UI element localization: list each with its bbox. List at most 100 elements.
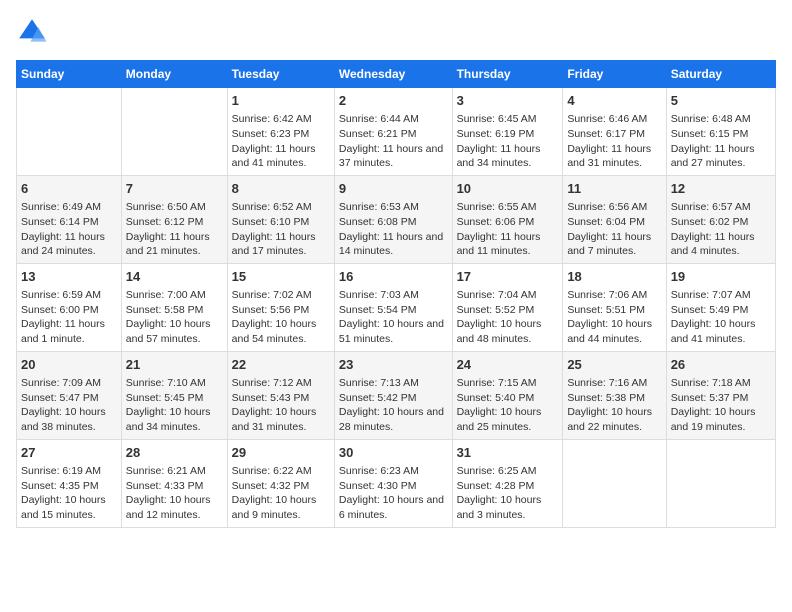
calendar-cell: 11 Sunrise: 6:56 AM Sunset: 6:04 PM Dayli…: [563, 175, 666, 263]
day-number: 25: [567, 356, 661, 374]
day-content: Sunrise: 7:09 AM Sunset: 5:47 PM Dayligh…: [21, 376, 117, 435]
logo-icon: [16, 16, 48, 48]
calendar-cell: 2Sunrise: 6:44 AM Sunset: 6:21 PM Daylig…: [334, 88, 452, 176]
calendar-cell: 25 Sunrise: 7:16 AM Sunset: 5:38 PM Dayli…: [563, 351, 666, 439]
calendar-cell: 4 Sunrise: 6:46 AM Sunset: 6:17 PM Daylig…: [563, 88, 666, 176]
day-content: Sunrise: 7:10 AM Sunset: 5:45 PM Dayligh…: [126, 376, 223, 435]
calendar-cell: 31 Sunrise: 6:25 AM Sunset: 4:28 PM Dayli…: [452, 439, 563, 527]
day-number: 18: [567, 268, 661, 286]
page-header: [16, 16, 776, 48]
day-content: Sunrise: 7:02 AM Sunset: 5:56 PM Dayligh…: [232, 288, 330, 347]
day-content: Sunrise: 6:46 AM Sunset: 6:17 PM Dayligh…: [567, 112, 661, 171]
day-content: Sunrise: 6:55 AM Sunset: 6:06 PM Dayligh…: [457, 200, 559, 259]
header-day-tuesday: Tuesday: [227, 61, 334, 88]
day-number: 20: [21, 356, 117, 374]
day-number: 23: [339, 356, 448, 374]
calendar-cell: [563, 439, 666, 527]
calendar-cell: 6 Sunrise: 6:49 AM Sunset: 6:14 PM Daylig…: [17, 175, 122, 263]
calendar-cell: 12Sunrise: 6:57 AM Sunset: 6:02 PM Dayli…: [666, 175, 775, 263]
header-day-saturday: Saturday: [666, 61, 775, 88]
day-number: 7: [126, 180, 223, 198]
day-content: Sunrise: 6:45 AM Sunset: 6:19 PM Dayligh…: [457, 112, 559, 171]
calendar-cell: 5Sunrise: 6:48 AM Sunset: 6:15 PM Daylig…: [666, 88, 775, 176]
calendar-header: SundayMondayTuesdayWednesdayThursdayFrid…: [17, 61, 776, 88]
calendar-cell: 8 Sunrise: 6:52 AM Sunset: 6:10 PM Daylig…: [227, 175, 334, 263]
calendar-week-1: 1Sunrise: 6:42 AM Sunset: 6:23 PM Daylig…: [17, 88, 776, 176]
day-number: 26: [671, 356, 771, 374]
day-number: 3: [457, 92, 559, 110]
day-content: Sunrise: 6:42 AM Sunset: 6:23 PM Dayligh…: [232, 112, 330, 171]
calendar-cell: 29Sunrise: 6:22 AM Sunset: 4:32 PM Dayli…: [227, 439, 334, 527]
day-number: 17: [457, 268, 559, 286]
calendar-cell: 18 Sunrise: 7:06 AM Sunset: 5:51 PM Dayli…: [563, 263, 666, 351]
day-number: 31: [457, 444, 559, 462]
header-day-wednesday: Wednesday: [334, 61, 452, 88]
calendar-cell: 27Sunrise: 6:19 AM Sunset: 4:35 PM Dayli…: [17, 439, 122, 527]
day-content: Sunrise: 6:50 AM Sunset: 6:12 PM Dayligh…: [126, 200, 223, 259]
day-number: 21: [126, 356, 223, 374]
day-content: Sunrise: 7:12 AM Sunset: 5:43 PM Dayligh…: [232, 376, 330, 435]
day-number: 22: [232, 356, 330, 374]
day-content: Sunrise: 6:21 AM Sunset: 4:33 PM Dayligh…: [126, 464, 223, 523]
day-content: Sunrise: 7:03 AM Sunset: 5:54 PM Dayligh…: [339, 288, 448, 347]
header-day-thursday: Thursday: [452, 61, 563, 88]
day-content: Sunrise: 7:13 AM Sunset: 5:42 PM Dayligh…: [339, 376, 448, 435]
calendar-cell: 20 Sunrise: 7:09 AM Sunset: 5:47 PM Dayli…: [17, 351, 122, 439]
day-number: 4: [567, 92, 661, 110]
day-number: 15: [232, 268, 330, 286]
header-day-sunday: Sunday: [17, 61, 122, 88]
day-number: 8: [232, 180, 330, 198]
calendar-body: 1Sunrise: 6:42 AM Sunset: 6:23 PM Daylig…: [17, 88, 776, 528]
calendar-cell: [17, 88, 122, 176]
calendar-cell: 10 Sunrise: 6:55 AM Sunset: 6:06 PM Dayli…: [452, 175, 563, 263]
day-number: 28: [126, 444, 223, 462]
day-content: Sunrise: 6:23 AM Sunset: 4:30 PM Dayligh…: [339, 464, 448, 523]
calendar-cell: 13 Sunrise: 6:59 AM Sunset: 6:00 PM Dayli…: [17, 263, 122, 351]
day-content: Sunrise: 7:16 AM Sunset: 5:38 PM Dayligh…: [567, 376, 661, 435]
day-number: 10: [457, 180, 559, 198]
day-content: Sunrise: 6:56 AM Sunset: 6:04 PM Dayligh…: [567, 200, 661, 259]
day-content: Sunrise: 6:52 AM Sunset: 6:10 PM Dayligh…: [232, 200, 330, 259]
calendar-cell: 28 Sunrise: 6:21 AM Sunset: 4:33 PM Dayli…: [121, 439, 227, 527]
day-content: Sunrise: 7:15 AM Sunset: 5:40 PM Dayligh…: [457, 376, 559, 435]
calendar-cell: 17 Sunrise: 7:04 AM Sunset: 5:52 PM Dayli…: [452, 263, 563, 351]
calendar-cell: 24Sunrise: 7:15 AM Sunset: 5:40 PM Dayli…: [452, 351, 563, 439]
day-content: Sunrise: 6:44 AM Sunset: 6:21 PM Dayligh…: [339, 112, 448, 171]
day-content: Sunrise: 7:00 AM Sunset: 5:58 PM Dayligh…: [126, 288, 223, 347]
day-content: Sunrise: 6:57 AM Sunset: 6:02 PM Dayligh…: [671, 200, 771, 259]
calendar-week-3: 13 Sunrise: 6:59 AM Sunset: 6:00 PM Dayli…: [17, 263, 776, 351]
calendar-cell: 30Sunrise: 6:23 AM Sunset: 4:30 PM Dayli…: [334, 439, 452, 527]
day-content: Sunrise: 6:59 AM Sunset: 6:00 PM Dayligh…: [21, 288, 117, 347]
day-content: Sunrise: 7:04 AM Sunset: 5:52 PM Dayligh…: [457, 288, 559, 347]
day-content: Sunrise: 7:18 AM Sunset: 5:37 PM Dayligh…: [671, 376, 771, 435]
day-number: 11: [567, 180, 661, 198]
calendar-cell: 1Sunrise: 6:42 AM Sunset: 6:23 PM Daylig…: [227, 88, 334, 176]
day-content: Sunrise: 6:49 AM Sunset: 6:14 PM Dayligh…: [21, 200, 117, 259]
calendar-week-4: 20 Sunrise: 7:09 AM Sunset: 5:47 PM Dayli…: [17, 351, 776, 439]
day-content: Sunrise: 6:22 AM Sunset: 4:32 PM Dayligh…: [232, 464, 330, 523]
day-content: Sunrise: 6:25 AM Sunset: 4:28 PM Dayligh…: [457, 464, 559, 523]
day-content: Sunrise: 6:53 AM Sunset: 6:08 PM Dayligh…: [339, 200, 448, 259]
day-number: 6: [21, 180, 117, 198]
calendar-cell: [666, 439, 775, 527]
calendar-cell: 14 Sunrise: 7:00 AM Sunset: 5:58 PM Dayli…: [121, 263, 227, 351]
calendar-cell: 7 Sunrise: 6:50 AM Sunset: 6:12 PM Daylig…: [121, 175, 227, 263]
calendar-cell: 23 Sunrise: 7:13 AM Sunset: 5:42 PM Dayli…: [334, 351, 452, 439]
day-number: 14: [126, 268, 223, 286]
day-content: Sunrise: 7:06 AM Sunset: 5:51 PM Dayligh…: [567, 288, 661, 347]
day-number: 19: [671, 268, 771, 286]
day-number: 5: [671, 92, 771, 110]
calendar-cell: 22 Sunrise: 7:12 AM Sunset: 5:43 PM Dayli…: [227, 351, 334, 439]
calendar-cell: [121, 88, 227, 176]
calendar-table: SundayMondayTuesdayWednesdayThursdayFrid…: [16, 60, 776, 528]
calendar-cell: 9 Sunrise: 6:53 AM Sunset: 6:08 PM Daylig…: [334, 175, 452, 263]
calendar-cell: 21 Sunrise: 7:10 AM Sunset: 5:45 PM Dayli…: [121, 351, 227, 439]
day-content: Sunrise: 6:19 AM Sunset: 4:35 PM Dayligh…: [21, 464, 117, 523]
calendar-week-5: 27Sunrise: 6:19 AM Sunset: 4:35 PM Dayli…: [17, 439, 776, 527]
day-number: 13: [21, 268, 117, 286]
calendar-cell: 26 Sunrise: 7:18 AM Sunset: 5:37 PM Dayli…: [666, 351, 775, 439]
logo: [16, 16, 52, 48]
day-number: 16: [339, 268, 448, 286]
day-number: 9: [339, 180, 448, 198]
calendar-cell: 19Sunrise: 7:07 AM Sunset: 5:49 PM Dayli…: [666, 263, 775, 351]
